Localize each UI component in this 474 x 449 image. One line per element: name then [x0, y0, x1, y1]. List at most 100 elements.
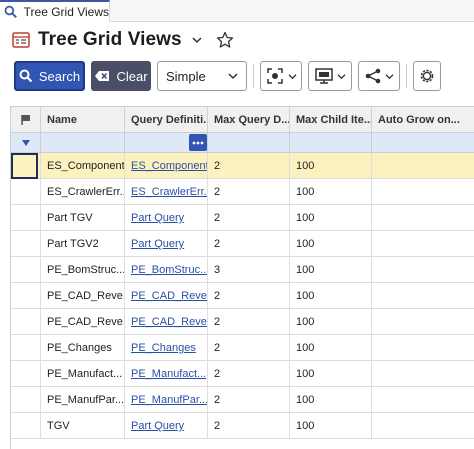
table-row[interactable]: PE_BomStruc... PE_BomStruc... 3 100 — [11, 257, 474, 283]
cell-name: ES_Component — [41, 153, 125, 179]
cell-query-definition[interactable]: ES_CrawlerErr... — [125, 179, 208, 205]
cell-name: Part TGV2 — [41, 231, 125, 257]
cell-max-query-depth: 2 — [208, 283, 290, 309]
cell-max-child-items: 100 — [290, 309, 372, 335]
cell-max-child-items: 100 — [290, 205, 372, 231]
row-selector[interactable] — [11, 257, 41, 283]
chevron-down-icon — [228, 73, 238, 80]
row-selector[interactable] — [11, 231, 41, 257]
table-row[interactable]: PE_CAD_Reve... PE_CAD_Reve... 2 100 — [11, 309, 474, 335]
row-selector[interactable] — [11, 153, 41, 179]
cell-name: Part TGV — [41, 205, 125, 231]
cell-max-child-items: 100 — [290, 179, 372, 205]
column-header-max-query-depth[interactable]: Max Query D... — [208, 107, 290, 133]
cell-query-definition[interactable]: PE_Manufact... — [125, 361, 208, 387]
table-row[interactable]: PE_Manufact... PE_Manufact... 2 100 — [11, 361, 474, 387]
cell-auto-grow — [372, 335, 474, 361]
filter-max-query-depth-input[interactable] — [208, 133, 290, 153]
cell-max-child-items: 100 — [290, 257, 372, 283]
cell-name: ES_CrawlerErr... — [41, 179, 125, 205]
search-button[interactable]: Search — [14, 61, 85, 91]
search-icon — [4, 5, 17, 19]
cell-max-child-items: 100 — [290, 283, 372, 309]
row-selector[interactable] — [11, 309, 41, 335]
toolbar-separator — [253, 64, 254, 88]
select-all-column-header[interactable] — [11, 107, 41, 133]
cell-auto-grow — [372, 231, 474, 257]
cell-query-definition[interactable]: PE_CAD_Reve... — [125, 283, 208, 309]
filter-query-definition-input[interactable] — [125, 133, 208, 153]
toolbar-separator — [406, 64, 407, 88]
row-selector[interactable] — [11, 413, 41, 439]
cell-auto-grow — [372, 387, 474, 413]
cell-name: PE_CAD_Reve... — [41, 309, 125, 335]
chevron-down-icon — [337, 73, 345, 79]
page-title: Tree Grid Views — [38, 29, 182, 50]
cell-auto-grow — [372, 413, 474, 439]
monitor-icon — [314, 68, 333, 84]
cell-max-child-items: 100 — [290, 413, 372, 439]
cell-query-definition[interactable]: Part Query — [125, 413, 208, 439]
more-icon — [192, 141, 204, 144]
cell-auto-grow — [372, 361, 474, 387]
table-row[interactable]: ES_Component ES_Component 2 100 — [11, 153, 474, 179]
table-row[interactable]: TGV Part Query 2 100 — [11, 413, 474, 439]
chevron-down-icon[interactable] — [192, 36, 202, 44]
clear-icon — [95, 71, 110, 81]
table-row[interactable]: Part TGV2 Part Query 2 100 — [11, 231, 474, 257]
column-header-query-definition[interactable]: Query Definiti... — [125, 107, 208, 133]
cell-auto-grow — [372, 179, 474, 205]
cell-auto-grow — [372, 153, 474, 179]
cell-query-definition[interactable]: PE_BomStruc... — [125, 257, 208, 283]
filter-max-child-items-input[interactable] — [290, 133, 372, 153]
tab-tree-grid-views[interactable]: Tree Grid Views — [0, 0, 110, 22]
cell-query-definition[interactable]: ES_Component — [125, 153, 208, 179]
views-menu-button[interactable] — [308, 61, 352, 91]
cell-auto-grow — [372, 309, 474, 335]
column-header-auto-grow[interactable]: Auto Grow on... — [372, 107, 474, 133]
view-mode-select[interactable]: Simple — [157, 61, 247, 91]
share-menu-button[interactable] — [358, 61, 400, 91]
row-selector[interactable] — [11, 283, 41, 309]
cell-max-query-depth: 2 — [208, 231, 290, 257]
cell-name: PE_ManufPar... — [41, 387, 125, 413]
cell-auto-grow — [372, 283, 474, 309]
caret-down-icon — [21, 140, 30, 146]
tree-grid-views-grid: Name Query Definiti... Max Query D... Ma… — [10, 106, 474, 449]
row-selector[interactable] — [11, 335, 41, 361]
cell-query-definition[interactable]: PE_ManufPar... — [125, 387, 208, 413]
cell-query-definition[interactable]: Part Query — [125, 205, 208, 231]
table-row[interactable]: Part TGV Part Query 2 100 — [11, 205, 474, 231]
grid-header: Name Query Definiti... Max Query D... Ma… — [11, 107, 474, 133]
cell-query-definition[interactable]: PE_CAD_Reve... — [125, 309, 208, 335]
filter-row-toggle[interactable] — [11, 133, 41, 153]
cell-query-definition[interactable]: PE_Changes — [125, 335, 208, 361]
row-selected-indicator — [11, 153, 38, 179]
itemtype-icon — [12, 32, 30, 48]
cell-query-definition[interactable]: Part Query — [125, 231, 208, 257]
cell-max-child-items: 100 — [290, 231, 372, 257]
table-row[interactable]: PE_ManufPar... PE_ManufPar... 2 100 — [11, 387, 474, 413]
table-row[interactable]: PE_Changes PE_Changes 2 100 — [11, 335, 474, 361]
cell-max-query-depth: 2 — [208, 309, 290, 335]
row-selector[interactable] — [11, 205, 41, 231]
cell-max-child-items: 100 — [290, 387, 372, 413]
favorite-star-icon[interactable] — [216, 31, 234, 49]
ellipsis-button[interactable] — [189, 134, 207, 151]
row-selector[interactable] — [11, 387, 41, 413]
table-row[interactable]: ES_CrawlerErr... ES_CrawlerErr... 2 100 — [11, 179, 474, 205]
actions-menu-button[interactable] — [260, 61, 302, 91]
table-row[interactable]: PE_CAD_Reve... PE_CAD_Reve... 2 100 — [11, 283, 474, 309]
row-selector[interactable] — [11, 361, 41, 387]
settings-button[interactable] — [413, 61, 441, 91]
filter-name-input[interactable] — [41, 133, 125, 153]
row-selector[interactable] — [11, 179, 41, 205]
clear-button-label: Clear — [116, 68, 148, 84]
column-header-name[interactable]: Name — [41, 107, 125, 133]
share-icon — [365, 68, 380, 84]
target-icon — [266, 68, 283, 84]
clear-button[interactable]: Clear — [91, 61, 151, 91]
cell-max-child-items: 100 — [290, 153, 372, 179]
column-header-max-child-items[interactable]: Max Child Ite... — [290, 107, 372, 133]
filter-auto-grow-input[interactable] — [372, 133, 474, 153]
